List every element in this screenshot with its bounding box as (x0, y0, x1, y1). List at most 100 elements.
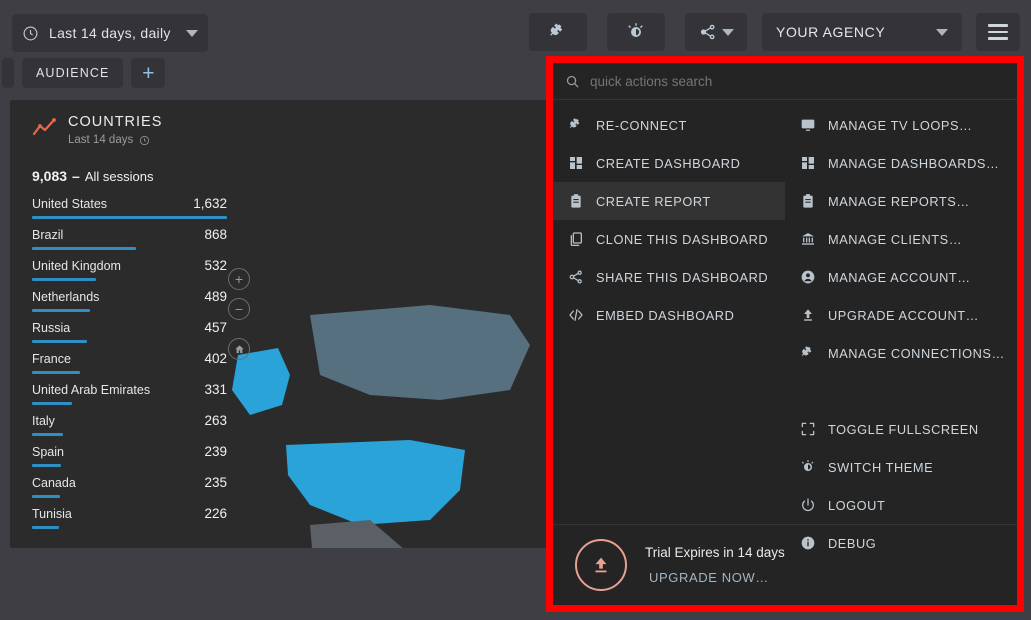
info-icon (799, 535, 816, 552)
plug-icon (799, 345, 816, 362)
quick-actions-group-spacer (785, 372, 1017, 410)
quick-action-manage-connections[interactable]: MANAGE CONNECTIONS… (785, 334, 1017, 372)
country-row[interactable]: United Arab Emirates 331 (32, 374, 227, 405)
country-row[interactable]: United States 1,632 (32, 188, 227, 219)
upload-icon (799, 307, 816, 324)
main-menu-button[interactable] (976, 13, 1020, 51)
tab-audience[interactable]: AUDIENCE (22, 58, 124, 88)
quick-action-label: CLONE THIS DASHBOARD (596, 231, 769, 247)
tab-audience-label: AUDIENCE (36, 66, 110, 80)
quick-action-label: SHARE THIS DASHBOARD (596, 269, 769, 285)
country-name: Netherlands (32, 290, 100, 304)
reconnect-button[interactable] (529, 13, 587, 51)
country-name: United Arab Emirates (32, 383, 151, 397)
quick-action-toggle-fullscreen[interactable]: TOGGLE FULLSCREEN (785, 410, 1017, 448)
quick-action-label: UPGRADE ACCOUNT… (828, 307, 980, 323)
chevron-down-icon (721, 28, 734, 36)
trial-text: Trial Expires in 14 days UPGRADE NOW… (645, 545, 785, 585)
country-row[interactable]: Tunisia 226 (32, 498, 227, 529)
map-zoom-in-button[interactable]: + (228, 268, 250, 290)
quick-action-logout[interactable]: LOGOUT (785, 486, 1017, 524)
add-tab-button[interactable]: + (131, 58, 166, 88)
share-dropdown-button[interactable] (685, 13, 747, 51)
minus-icon: − (228, 298, 250, 320)
country-value: 532 (204, 258, 227, 273)
plus-icon: + (142, 61, 155, 85)
share-icon (567, 269, 584, 286)
country-name: Spain (32, 445, 64, 459)
country-row[interactable]: Spain 239 (32, 436, 227, 467)
country-value: 331 (204, 382, 227, 397)
quick-actions-body: RE-CONNECT CREATE DASHBOARD CREATE REPORT C… (553, 100, 1017, 551)
hamburger-icon (988, 24, 1008, 40)
country-value: 489 (204, 289, 227, 304)
quick-actions-search-input[interactable] (590, 73, 1005, 89)
quick-action-create-dashboard[interactable]: CREATE DASHBOARD (553, 144, 785, 182)
quick-action-manage-account[interactable]: MANAGE ACCOUNT… (785, 258, 1017, 296)
quick-action-label: MANAGE ACCOUNT… (828, 269, 971, 285)
clock-icon (22, 25, 39, 42)
country-name: Canada (32, 476, 76, 490)
quick-actions-left-column: RE-CONNECT CREATE DASHBOARD CREATE REPORT C… (553, 100, 785, 524)
quick-actions-search-row[interactable] (553, 63, 1017, 100)
quick-action-embed-dashboard[interactable]: EMBED DASHBOARD (553, 296, 785, 334)
quick-action-manage-clients[interactable]: MANAGE CLIENTS… (785, 220, 1017, 258)
map-home-button[interactable] (228, 338, 250, 360)
chevron-down-icon (936, 28, 948, 36)
date-range-selector[interactable]: Last 14 days, daily (12, 14, 208, 52)
account-circle-icon (799, 269, 816, 286)
quick-action-debug[interactable]: DEBUG (785, 524, 1017, 562)
quick-action-label: MANAGE TV LOOPS… (828, 117, 973, 133)
summary-label: All sessions (84, 169, 154, 184)
plus-icon: + (228, 268, 250, 290)
country-row[interactable]: Russia 457 (32, 312, 227, 343)
quick-action-upgrade-account[interactable]: UPGRADE ACCOUNT… (785, 296, 1017, 334)
quick-actions-panel: RE-CONNECT CREATE DASHBOARD CREATE REPORT C… (546, 56, 1024, 612)
country-row[interactable]: Brazil 868 (32, 219, 227, 250)
quick-action-re-connect[interactable]: RE-CONNECT (553, 106, 785, 144)
power-icon (799, 497, 816, 514)
tab-scroll-stub[interactable] (2, 58, 14, 88)
map-zoom-out-button[interactable]: − (228, 298, 250, 320)
quick-action-label: CREATE REPORT (596, 193, 711, 209)
quick-action-switch-theme[interactable]: SWITCH THEME (785, 448, 1017, 486)
quick-action-manage-reports[interactable]: MANAGE REPORTS… (785, 182, 1017, 220)
country-row[interactable]: Netherlands 489 (32, 281, 227, 312)
country-bar (32, 526, 59, 529)
country-value: 457 (204, 320, 227, 335)
switch-theme-button[interactable] (607, 13, 665, 51)
search-icon (565, 74, 580, 89)
country-row[interactable]: Italy 263 (32, 405, 227, 436)
trial-title: Trial Expires in 14 days (645, 545, 785, 560)
bank-icon (799, 231, 816, 248)
app-root: Last 14 days, daily YOUR AGENCY AUDIENCE… (0, 0, 1031, 620)
quick-action-label: MANAGE CONNECTIONS… (828, 345, 1005, 361)
upgrade-now-link[interactable]: UPGRADE NOW… (645, 570, 785, 585)
sessions-summary: 9,083 – All sessions (32, 168, 227, 184)
country-value: 235 (204, 475, 227, 490)
widget-subtitle-text: Last 14 days (68, 134, 134, 146)
agency-selector[interactable]: YOUR AGENCY (762, 13, 962, 51)
monitor-icon (799, 117, 816, 134)
quick-action-clone-this-dashboard[interactable]: CLONE THIS DASHBOARD (553, 220, 785, 258)
country-name: United Kingdom (32, 259, 121, 273)
country-row[interactable]: United Kingdom 532 (32, 250, 227, 281)
quick-action-share-this-dashboard[interactable]: SHARE THIS DASHBOARD (553, 258, 785, 296)
upload-circle-icon (575, 539, 627, 591)
country-name: Tunisia (32, 507, 72, 521)
quick-action-create-report[interactable]: CREATE REPORT (553, 182, 785, 220)
quick-action-label: DEBUG (828, 535, 877, 551)
home-icon (228, 338, 250, 360)
quick-action-manage-tv-loops[interactable]: MANAGE TV LOOPS… (785, 106, 1017, 144)
country-name: Russia (32, 321, 71, 335)
sparkline-icon (32, 117, 58, 139)
country-row[interactable]: Canada 235 (32, 467, 227, 498)
dashboard-grid-icon (799, 155, 816, 172)
country-row[interactable]: France 402 (32, 343, 227, 374)
quick-action-manage-dashboards[interactable]: MANAGE DASHBOARDS… (785, 144, 1017, 182)
clipboard-icon (567, 193, 584, 210)
date-range-label: Last 14 days, daily (49, 25, 171, 41)
country-name: France (32, 352, 71, 366)
quick-action-label: MANAGE CLIENTS… (828, 231, 963, 247)
country-value: 1,632 (193, 196, 227, 211)
